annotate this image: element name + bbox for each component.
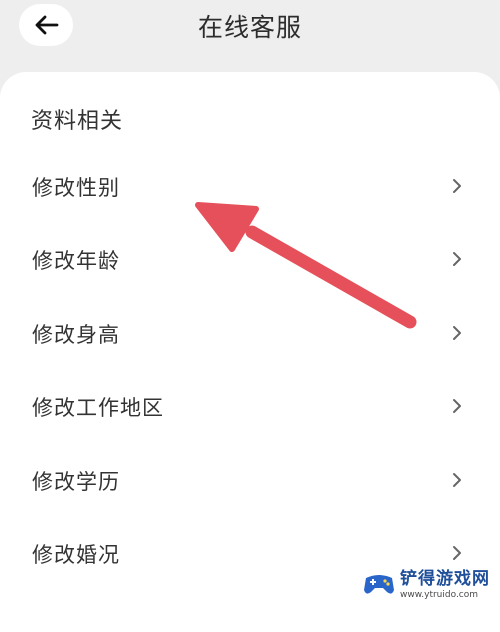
watermark: 铲得游戏网 www.ytruido.com — [362, 566, 500, 604]
menu-item-label: 修改学历 — [32, 469, 120, 494]
chevron-right-icon — [453, 179, 461, 193]
menu-list: 修改性别 修改年龄 修改身高 修改工作地区 修改学历 修改婚况 — [0, 149, 500, 589]
menu-item-label: 修改性别 — [32, 176, 120, 200]
menu-item-label: 修改身高 — [32, 322, 120, 347]
top-bar: 在线客服 — [0, 0, 500, 66]
section-title: 资料相关 — [31, 109, 124, 134]
page-title: 在线客服 — [197, 13, 302, 42]
gamepad-logo-icon — [364, 575, 394, 594]
menu-item-label: 修改婚况 — [32, 542, 120, 567]
menu-item-education[interactable]: 修改学历 — [0, 443, 500, 516]
content-card: 资料相关 修改性别 修改年龄 修改身高 修改工作地区 修改学历 修改婚况 — [0, 72, 500, 632]
chevron-right-icon — [453, 252, 461, 267]
menu-item-age[interactable]: 修改年龄 — [0, 222, 500, 295]
menu-item-label: 修改年龄 — [32, 249, 120, 274]
chevron-right-icon — [453, 545, 461, 560]
chevron-right-icon — [453, 399, 461, 414]
menu-item-gender[interactable]: 修改性别 — [0, 149, 500, 222]
chevron-right-icon — [453, 325, 461, 340]
menu-item-label: 修改工作地区 — [32, 396, 164, 421]
menu-item-height[interactable]: 修改身高 — [0, 296, 500, 369]
menu-item-work-region[interactable]: 修改工作地区 — [0, 369, 500, 442]
watermark-url: www.ytruido.com — [400, 589, 479, 600]
chevron-right-icon — [453, 472, 461, 487]
watermark-name: 铲得游戏网 — [400, 568, 490, 589]
